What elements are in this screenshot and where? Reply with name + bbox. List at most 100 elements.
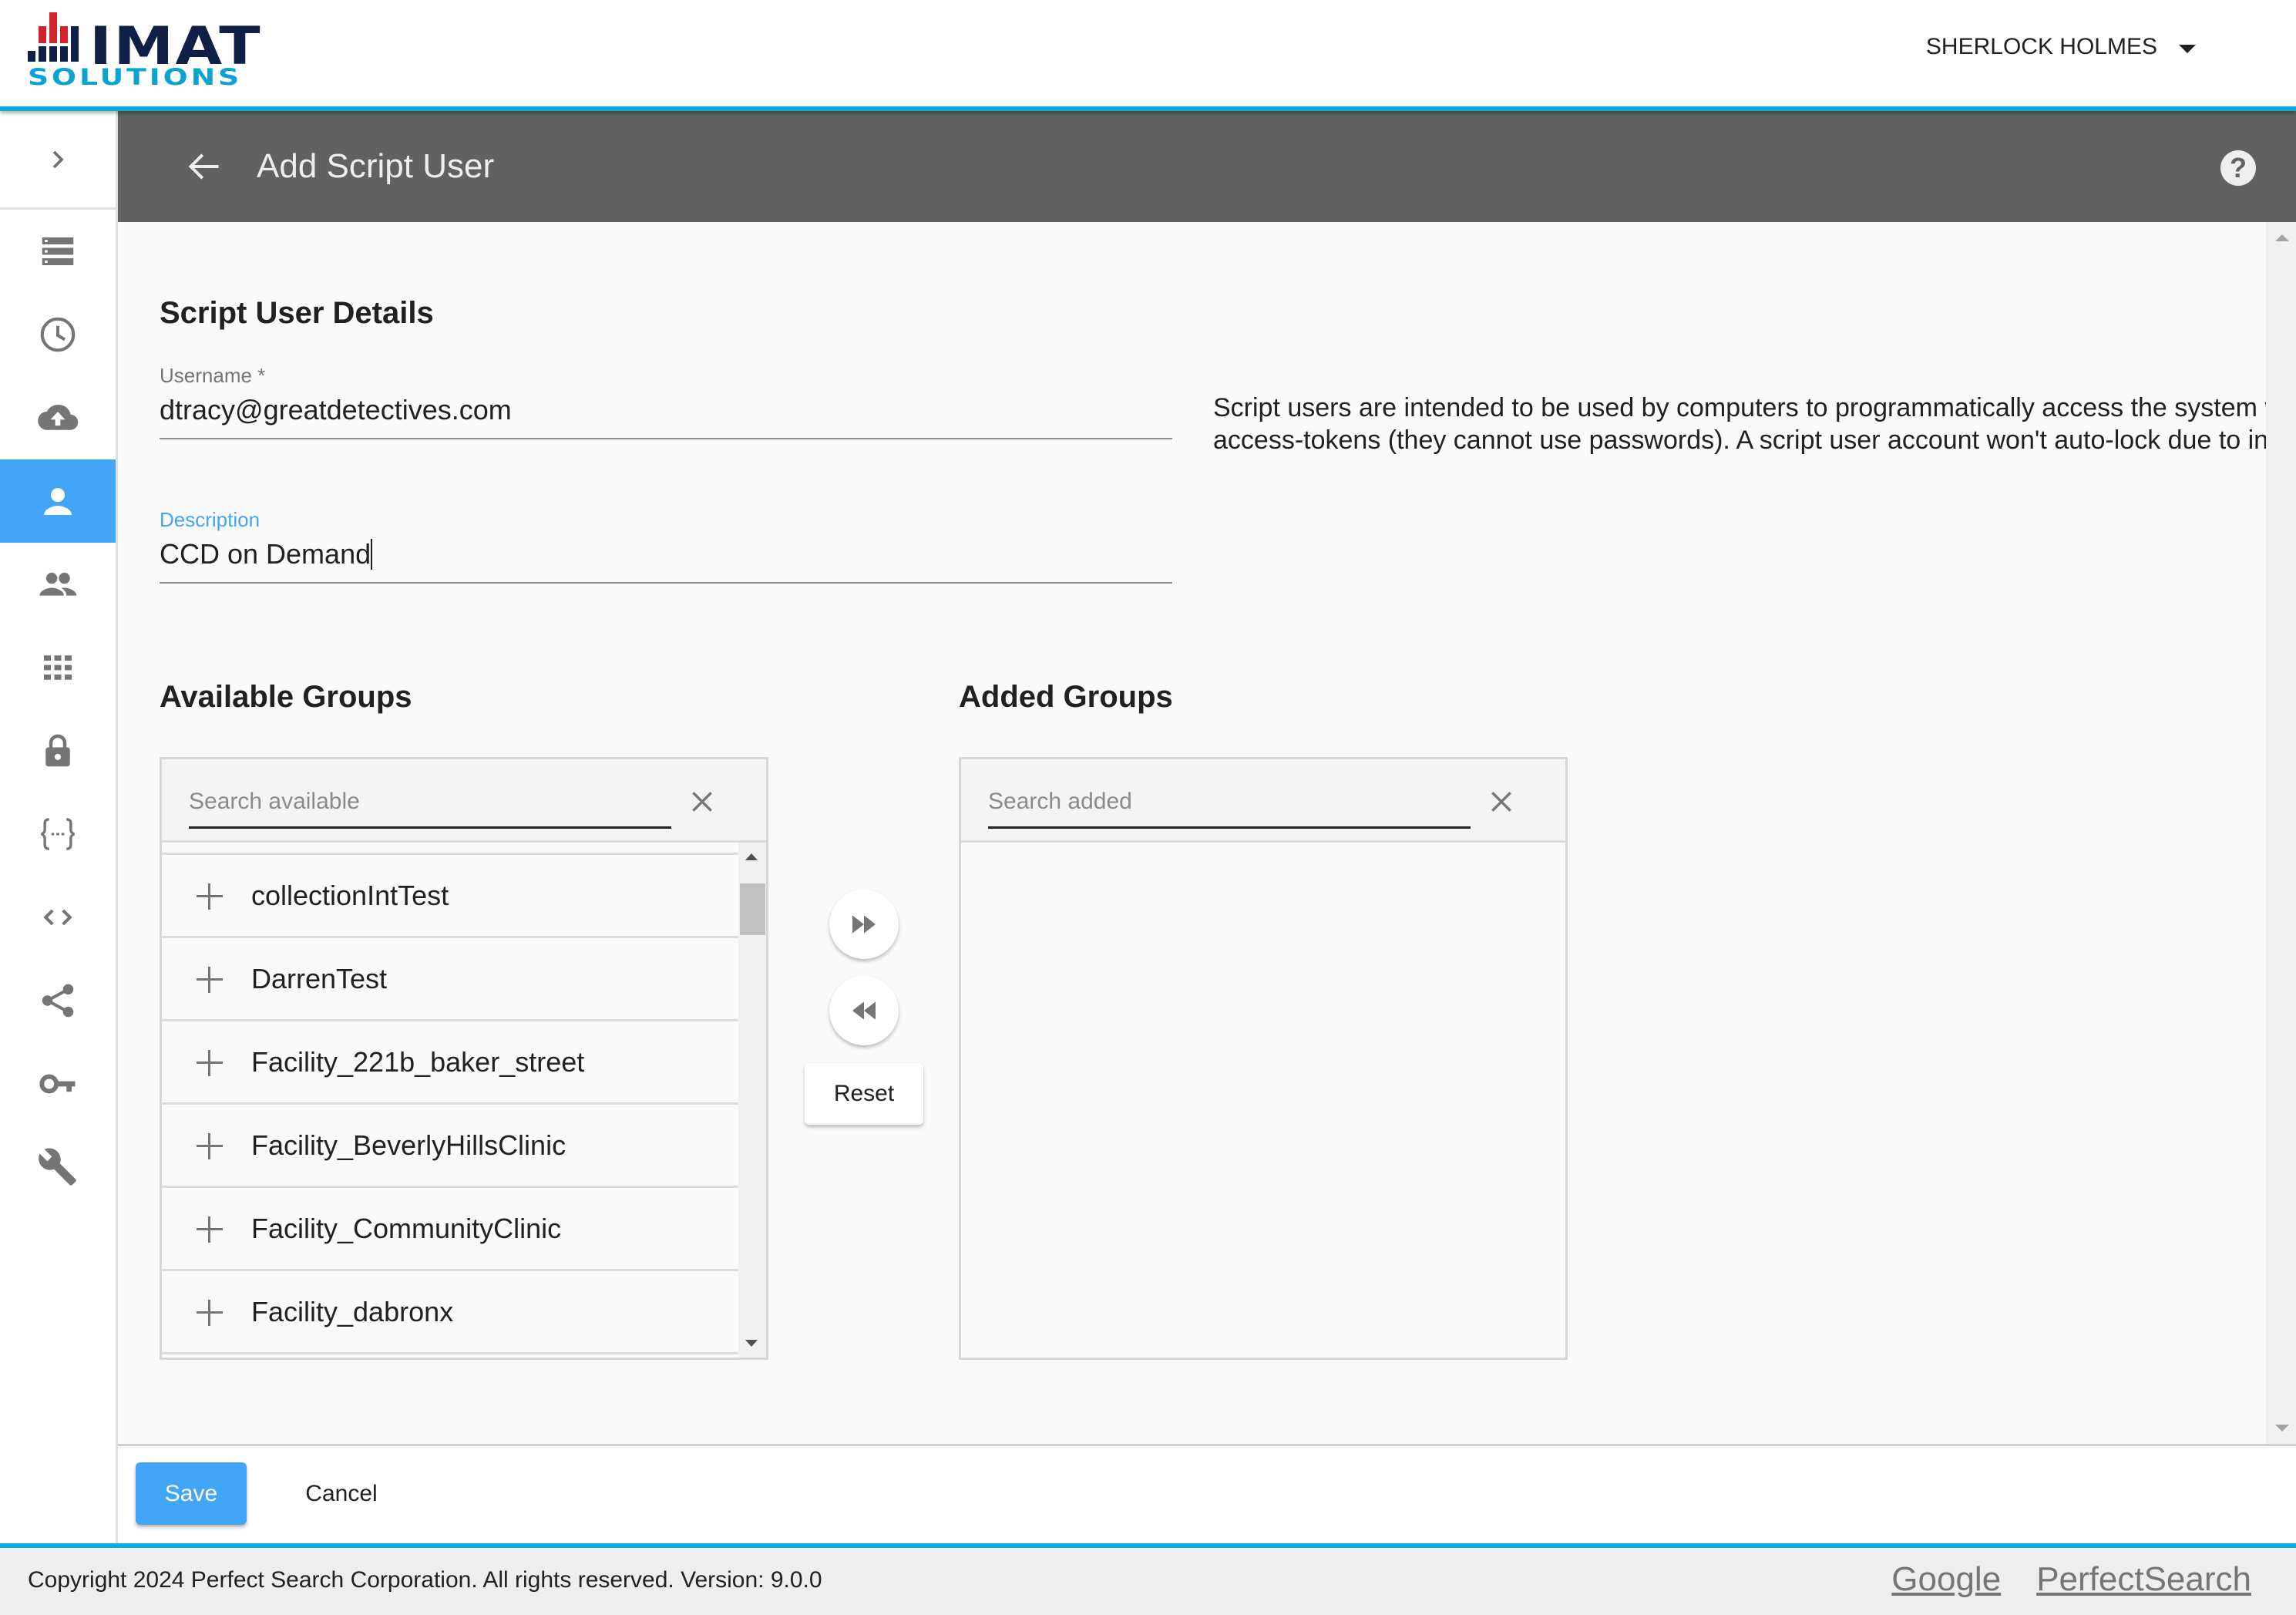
plus-icon — [194, 880, 225, 911]
added-groups-title: Added Groups — [959, 680, 1173, 714]
back-button[interactable] — [183, 145, 226, 188]
added-search-bar — [961, 759, 1565, 843]
sidebar-item-tools[interactable] — [0, 1125, 116, 1209]
list-item[interactable] — [162, 843, 741, 855]
sidebar-item-share[interactable] — [0, 959, 116, 1042]
list-item[interactable]: Facility_221b_baker_street — [162, 1021, 741, 1105]
description-input[interactable]: CCD on Demand — [160, 531, 1172, 584]
group-name: Facility_dabronx — [251, 1295, 454, 1327]
people-icon — [39, 572, 77, 596]
group-name: Facility_BeverlyHillsClinic — [251, 1129, 566, 1161]
plus-icon — [194, 1213, 225, 1244]
apps-grid-icon — [44, 655, 72, 680]
username-input[interactable]: dtracy@greatdetectives.com — [160, 387, 1172, 439]
close-icon — [1491, 792, 1511, 812]
logo-bar — [39, 26, 46, 43]
cancel-button[interactable]: Cancel — [287, 1462, 395, 1525]
person-icon — [44, 488, 72, 515]
scroll-up-arrow-icon[interactable] — [745, 853, 758, 860]
main-content: Script User Details Username * dtracy@gr… — [118, 222, 2266, 1444]
rewind-icon — [852, 1001, 876, 1020]
sidebar-item-code[interactable] — [0, 876, 116, 959]
list-icon — [42, 237, 74, 265]
fast-forward-icon — [852, 915, 876, 934]
sidebar-item-apps[interactable] — [0, 626, 116, 709]
description-label: Description — [160, 508, 261, 531]
help-button[interactable]: ? — [2220, 150, 2256, 186]
cloud-upload-icon — [38, 405, 79, 430]
logo-bar — [28, 51, 35, 62]
footer: Copyright 2024 Perfect Search Corporatio… — [0, 1548, 2296, 1615]
user-name: SHERLOCK HOLMES — [1925, 34, 2157, 59]
copyright-text: Copyright 2024 Perfect Search Corporatio… — [28, 1567, 822, 1593]
sidebar-item-groups[interactable] — [0, 543, 116, 626]
sidebar-item-keys[interactable] — [0, 1042, 116, 1125]
added-groups-panel — [959, 757, 1568, 1360]
google-link[interactable]: Google — [1891, 1560, 2001, 1599]
footer-links: Google PerfectSearch — [1891, 1560, 2251, 1599]
scroll-down-arrow-icon[interactable] — [745, 1340, 758, 1347]
plus-icon — [194, 1130, 225, 1161]
top-app-bar: IMAT SOLUTIONS SHERLOCK HOLMES — [0, 0, 2296, 106]
group-name: Facility_CommunityClinic — [251, 1212, 562, 1244]
logo-bar — [39, 46, 46, 62]
curly-braces-icon — [41, 818, 75, 850]
caret-down-icon — [2179, 44, 2196, 53]
scroll-down-arrow-icon[interactable] — [2275, 1425, 2289, 1432]
list-item[interactable]: Facility_CommunityClinic — [162, 1188, 741, 1271]
sidebar-item-history[interactable] — [0, 293, 116, 376]
username-value: dtracy@greatdetectives.com — [160, 394, 512, 426]
username-label: Username * — [160, 364, 266, 387]
available-groups-panel: collectionIntTest DarrenTest Facility_22… — [160, 757, 768, 1360]
save-button[interactable]: Save — [136, 1462, 247, 1525]
form-action-bar: Save Cancel — [118, 1444, 2296, 1543]
page-title: Add Script User — [257, 147, 495, 185]
logo-subtitle: SOLUTIONS — [28, 64, 243, 90]
sidebar-item-list[interactable] — [0, 210, 116, 293]
sidebar-item-json[interactable] — [0, 792, 116, 876]
search-added-input[interactable] — [988, 782, 1471, 829]
clear-added-search-button[interactable] — [1486, 786, 1517, 817]
imat-solutions-logo: IMAT SOLUTIONS — [28, 11, 261, 90]
scroll-up-arrow-icon[interactable] — [2275, 234, 2289, 241]
user-menu[interactable]: SHERLOCK HOLMES — [1926, 34, 2196, 60]
page-header: Add Script User ? — [118, 111, 2296, 222]
main-scrollbar[interactable] — [2266, 222, 2296, 1444]
list-item[interactable]: collectionIntTest — [162, 855, 741, 938]
perfectsearch-link[interactable]: PerfectSearch — [2036, 1560, 2251, 1599]
script-user-info-text: Script users are intended to be used by … — [1213, 393, 2266, 455]
lock-icon — [45, 734, 70, 767]
added-groups-list — [961, 843, 1540, 1358]
list-item[interactable] — [162, 1354, 741, 1358]
sidebar-item-security[interactable] — [0, 709, 116, 792]
sidebar-item-upload[interactable] — [0, 376, 116, 459]
description-field: Description CCD on Demand — [160, 508, 1172, 584]
list-item[interactable]: Facility_BeverlyHillsClinic — [162, 1105, 741, 1188]
group-name: Facility_221b_baker_street — [251, 1045, 585, 1078]
available-list-scrollbar[interactable] — [738, 843, 766, 1358]
brand-divider — [0, 106, 2296, 111]
logo-bar — [60, 46, 68, 62]
clear-available-search-button[interactable] — [687, 786, 718, 817]
remove-all-button[interactable] — [829, 976, 899, 1045]
code-icon — [43, 909, 72, 926]
username-field: Username * dtracy@greatdetectives.com — [160, 364, 1172, 439]
key-icon — [39, 1074, 76, 1094]
text-caret — [371, 539, 373, 570]
help-circle-icon: ? — [2230, 152, 2247, 183]
plus-icon — [194, 1047, 225, 1078]
close-icon — [692, 792, 712, 812]
description-value: CCD on Demand — [160, 538, 371, 570]
group-name: DarrenTest — [251, 962, 388, 994]
sidebar-item-user[interactable] — [0, 459, 116, 543]
add-all-button[interactable] — [829, 890, 899, 959]
list-item[interactable]: Facility_dabronx — [162, 1271, 741, 1354]
sidebar-toggle-button[interactable] — [0, 111, 116, 210]
logo-bar — [49, 46, 57, 62]
logo-bar — [60, 26, 68, 43]
reset-button[interactable]: Reset — [805, 1063, 923, 1125]
search-available-input[interactable] — [189, 782, 671, 829]
list-item[interactable]: DarrenTest — [162, 938, 741, 1021]
scrollbar-thumb[interactable] — [740, 883, 765, 935]
available-search-bar — [162, 759, 766, 843]
